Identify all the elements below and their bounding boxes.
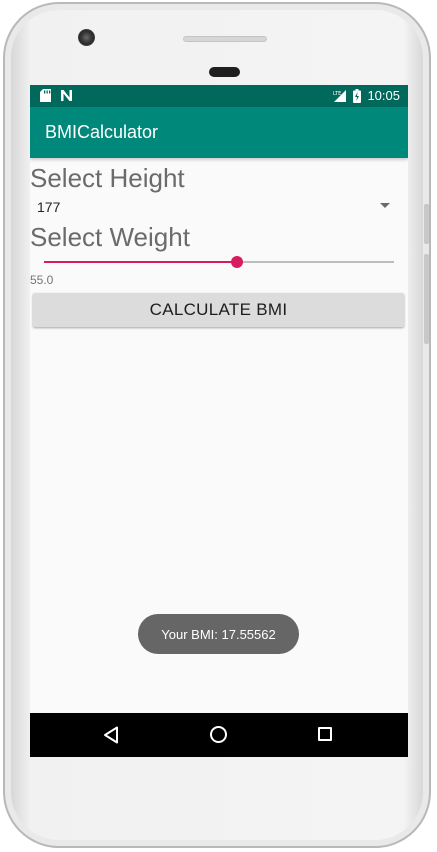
status-left-icons [40,89,73,102]
weight-seekbar[interactable] [44,252,394,272]
lte-signal-icon: LTE [333,90,347,102]
status-right-icons: LTE 10:05 [333,88,400,103]
top-speaker-grille [183,36,267,42]
app-title: BMICalculator [45,122,159,142]
phone-chin [30,757,408,827]
front-camera [78,29,95,46]
height-spinner[interactable]: 177 [30,193,408,219]
status-time: 10:05 [367,88,400,103]
power-button [424,204,429,244]
svg-text:LTE: LTE [333,91,341,97]
dropdown-arrow-icon [380,203,390,208]
select-height-label: Select Height [30,163,185,193]
navigation-bar [30,713,408,757]
weight-value: 55.0 [30,273,54,287]
height-spinner-value: 177 [37,199,61,215]
seekbar-thumb[interactable] [230,256,243,268]
bmi-toast: Your BMI: 17.55562 [138,614,299,654]
n-notification-icon [61,90,72,101]
select-weight-label: Select Weight [30,222,190,252]
recent-apps-icon[interactable] [318,727,332,741]
seekbar-progress [44,261,237,263]
status-bar: LTE 10:05 [30,85,408,107]
volume-button [424,254,429,344]
earpiece [209,67,240,77]
calculate-bmi-button[interactable]: CALCULATE BMI [33,293,404,327]
sd-card-icon [40,89,51,102]
back-icon[interactable] [103,726,119,744]
home-icon[interactable] [210,726,227,743]
screen: LTE 10:05 BMICalculator Select Height 17… [30,85,408,757]
battery-charging-icon [353,88,362,103]
app-bar: BMICalculator [30,107,408,158]
